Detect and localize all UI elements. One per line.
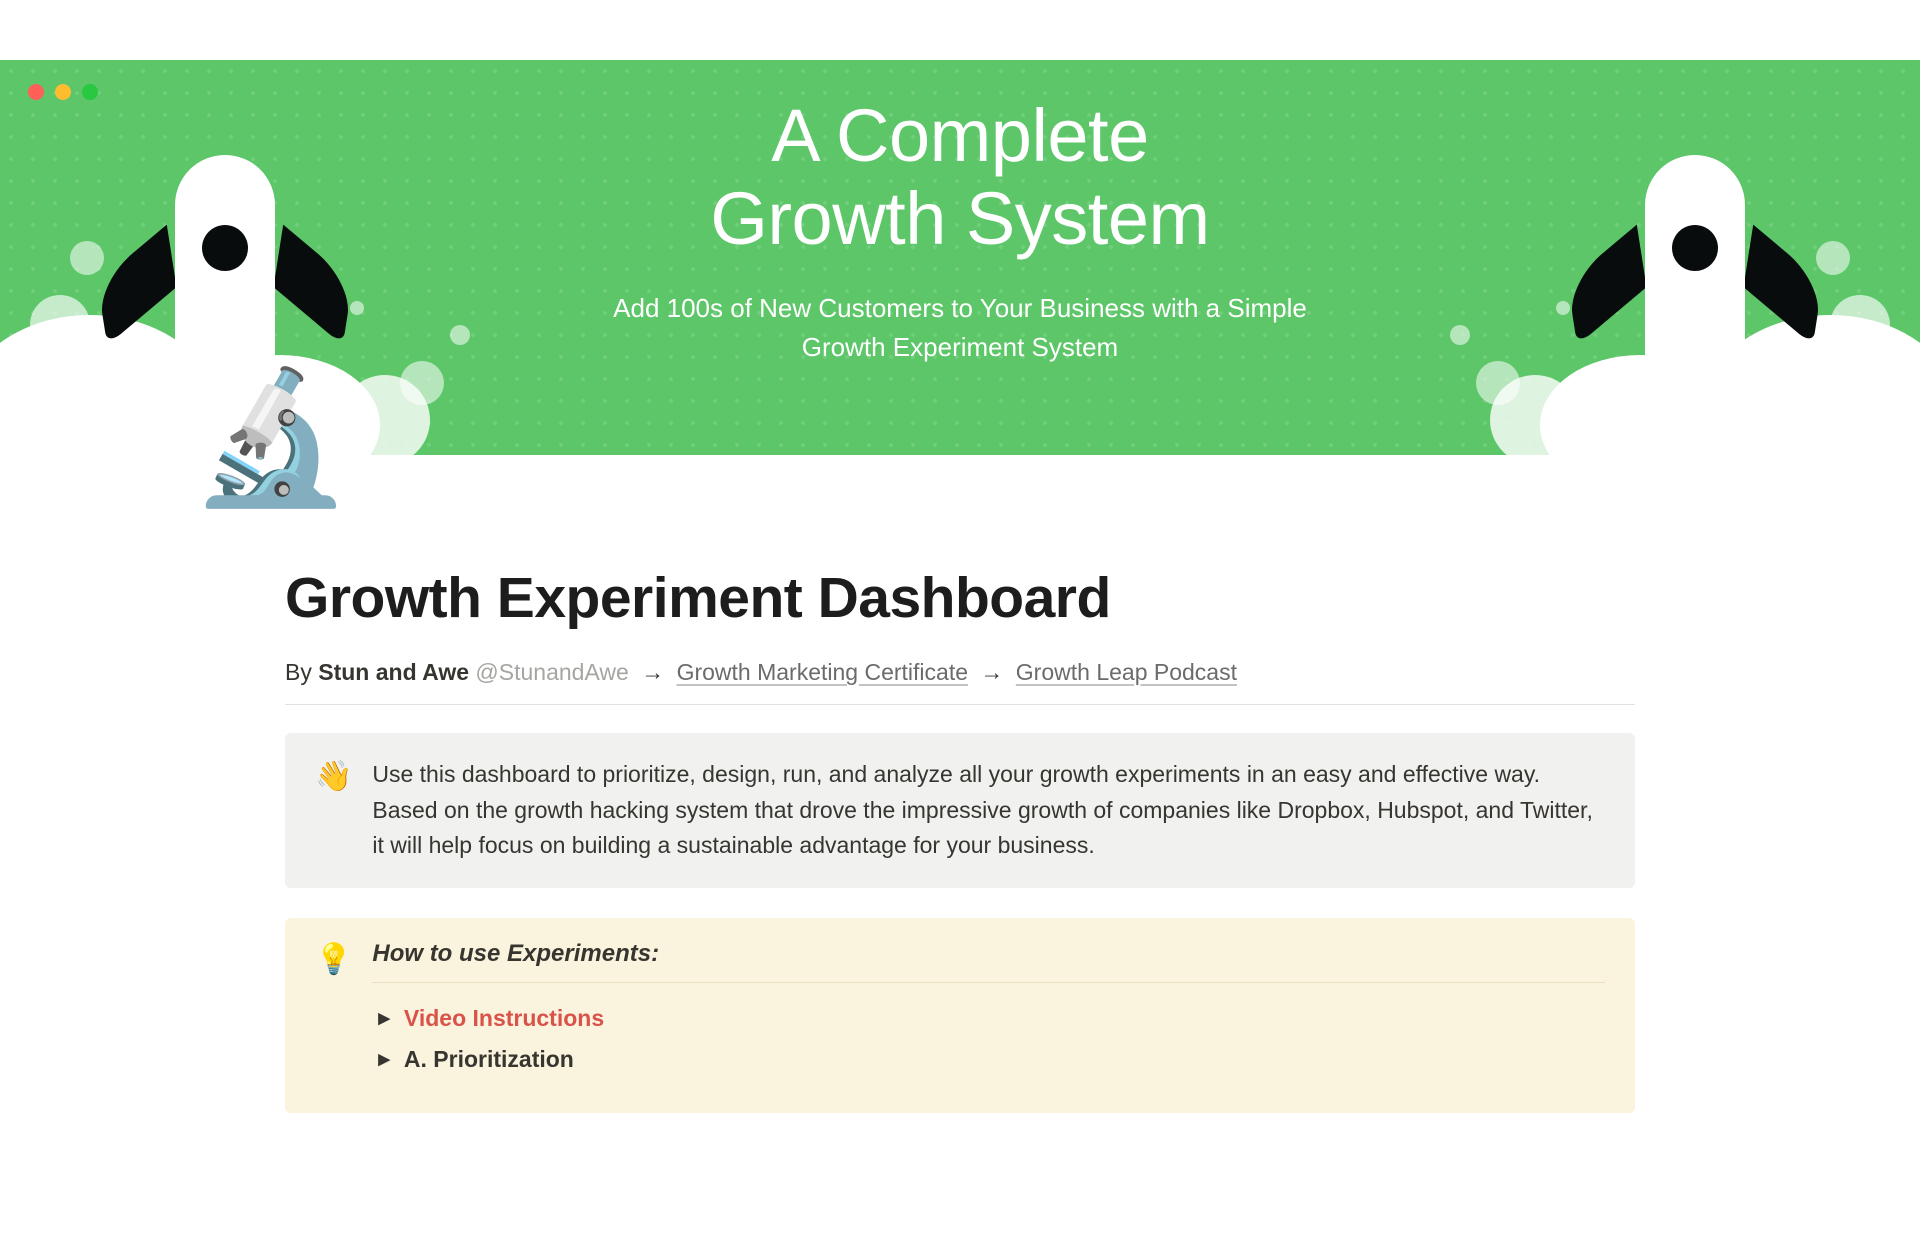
toggle-video-instructions[interactable]: ▶ Video Instructions (372, 991, 1605, 1032)
window-controls (28, 84, 98, 100)
arrow-icon: → (641, 659, 664, 685)
bubble-decoration (350, 301, 364, 315)
page-icon-microscope[interactable]: 🔬 (190, 372, 352, 502)
wave-icon: 👋 (315, 757, 352, 796)
howto-title: How to use Experiments: (372, 940, 1605, 983)
caret-right-icon: ▶ (378, 1050, 390, 1068)
bubble-decoration (1556, 301, 1570, 315)
callout-howto: 💡 How to use Experiments: ▶ Video Instru… (285, 918, 1635, 1113)
hero-title-line1: A Complete (771, 94, 1149, 177)
byline-handle: @StunandAwe (469, 659, 635, 685)
bubble-decoration (1830, 295, 1890, 355)
bubble-decoration (1450, 325, 1470, 345)
link-growth-cert[interactable]: Growth Marketing Certificate (677, 659, 968, 685)
bubble-decoration (450, 325, 470, 345)
callout-intro-text: Use this dashboard to prioritize, design… (372, 757, 1605, 864)
bubble-decoration (1476, 361, 1520, 405)
minimize-icon[interactable] (55, 84, 71, 100)
bubble-decoration (70, 241, 104, 275)
byline-by: By (285, 659, 318, 685)
close-icon[interactable] (28, 84, 44, 100)
arrow-icon: → (980, 659, 1003, 685)
callout-intro: 👋 Use this dashboard to prioritize, desi… (285, 733, 1635, 888)
hero-title-line2: Growth System (710, 177, 1209, 260)
hero-sub-line2: Growth Experiment System (802, 332, 1118, 362)
bulb-icon: 💡 (315, 940, 352, 979)
maximize-icon[interactable] (82, 84, 98, 100)
hero-subtitle: Add 100s of New Customers to Your Busine… (613, 289, 1307, 367)
toggle-label: Video Instructions (404, 1005, 604, 1032)
bubble-decoration (1816, 241, 1850, 275)
page-title[interactable]: Growth Experiment Dashboard (285, 565, 1635, 631)
byline: By Stun and Awe @StunandAwe → Growth Mar… (285, 659, 1635, 705)
bubble-decoration (400, 361, 444, 405)
caret-right-icon: ▶ (378, 1009, 390, 1027)
byline-author: Stun and Awe (318, 659, 469, 685)
link-growth-podcast[interactable]: Growth Leap Podcast (1016, 659, 1237, 685)
hero-title: A Complete Growth System (710, 95, 1209, 261)
toggle-prioritization[interactable]: ▶ A. Prioritization (372, 1032, 1605, 1073)
page-content: Growth Experiment Dashboard By Stun and … (245, 455, 1675, 1113)
hero-sub-line1: Add 100s of New Customers to Your Busine… (613, 293, 1307, 323)
bubble-decoration (30, 295, 90, 355)
toggle-label: A. Prioritization (404, 1046, 574, 1073)
rocket-icon (1580, 135, 1810, 455)
